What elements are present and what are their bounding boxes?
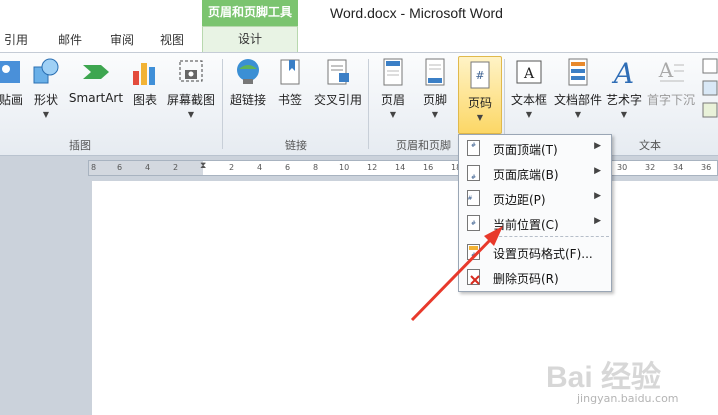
watermark-url: jingyan.baidu.com bbox=[577, 392, 679, 405]
watermark-logo: Bai 经验 bbox=[546, 361, 662, 394]
